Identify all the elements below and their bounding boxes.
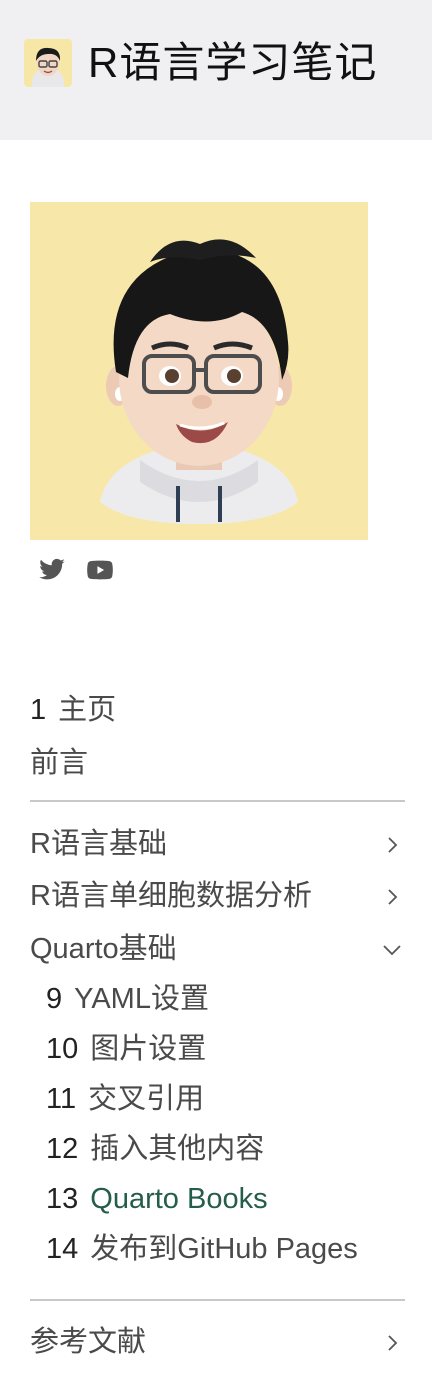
twitter-icon[interactable] [36, 556, 68, 584]
nav-item-label: 主页 [58, 694, 117, 726]
nav-item-yaml[interactable]: 9 YAML设置 [46, 979, 209, 1019]
nav-item-cross-refs[interactable]: 11 交叉引用 [46, 1079, 204, 1119]
nav-item-number: 11 [46, 1083, 77, 1115]
nav-item-label: Quarto Books [90, 1183, 268, 1215]
social-links [36, 556, 116, 584]
nav-item-preface[interactable]: 前言 [30, 743, 88, 783]
nav-item-number: 12 [46, 1133, 79, 1165]
chevron-right-icon[interactable] [382, 1333, 402, 1353]
nav-section-references[interactable]: 参考文献 [30, 1322, 146, 1362]
nav-item-number: 13 [46, 1183, 79, 1215]
nav-section-r-basics[interactable]: R语言基础 [30, 824, 167, 864]
site-header: R语言学习笔记 [0, 0, 432, 140]
chevron-down-icon[interactable] [382, 940, 402, 960]
section-label: R语言单细胞数据分析 [30, 880, 312, 912]
nav-item-number: 9 [46, 983, 63, 1015]
nav-item-number: 10 [46, 1033, 79, 1065]
nav-item-figures[interactable]: 10 图片设置 [46, 1029, 206, 1069]
chevron-right-icon[interactable] [382, 887, 402, 907]
nav-item-label: 前言 [30, 747, 89, 779]
profile-avatar-image [30, 202, 368, 540]
nav-section-r-single-cell[interactable]: R语言单细胞数据分析 [30, 876, 312, 916]
section-label: 参考文献 [30, 1326, 147, 1358]
nav-divider [30, 1299, 405, 1301]
youtube-icon[interactable] [84, 556, 116, 584]
site-title[interactable]: R语言学习笔记 [88, 36, 377, 90]
nav-item-quarto-books-active[interactable]: 13 Quarto Books [46, 1179, 268, 1219]
nav-item-other-content[interactable]: 12 插入其他内容 [46, 1129, 264, 1169]
nav-section-quarto-basics[interactable]: Quarto基础 [30, 929, 177, 969]
nav-divider [30, 800, 405, 802]
chevron-right-icon[interactable] [382, 835, 402, 855]
nav-item-label: 交叉引用 [88, 1083, 205, 1115]
site-logo-avatar-icon[interactable] [24, 39, 72, 87]
nav-item-number: 14 [46, 1233, 79, 1265]
nav-item-label: 发布到GitHub Pages [90, 1233, 358, 1265]
nav-item-label: 图片设置 [90, 1033, 207, 1065]
nav-item-number: 1 [30, 694, 47, 726]
nav-item-label: 插入其他内容 [90, 1133, 265, 1165]
section-label: Quarto基础 [30, 933, 177, 965]
nav-item-publish-github-pages[interactable]: 14 发布到GitHub Pages [46, 1229, 358, 1269]
nav-item-label: YAML设置 [74, 983, 209, 1015]
nav-item-home[interactable]: 1 主页 [30, 690, 116, 730]
section-label: R语言基础 [30, 828, 167, 860]
